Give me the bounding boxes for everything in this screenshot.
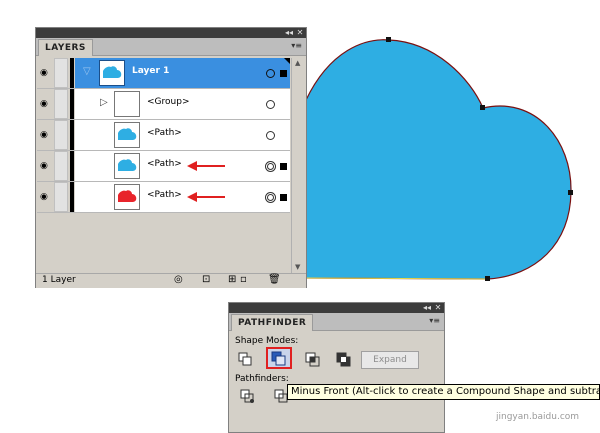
row-bg <box>75 151 290 181</box>
pathfinder-tab-row: PATHFINDER ▾≡ <box>229 313 444 331</box>
scroll-down-icon[interactable]: ▼ <box>295 263 300 271</box>
red-arrow-icon <box>187 192 225 202</box>
visibility-toggle[interactable]: ◉ <box>37 182 53 212</box>
selection-square[interactable] <box>280 163 287 170</box>
pathfinder-panel: ◂◂ ✕ PATHFINDER ▾≡ Shape Modes: Expand P… <box>228 302 445 433</box>
close-icon[interactable]: ✕ <box>433 303 443 313</box>
new-layer-icon[interactable]: ▫ <box>240 274 247 285</box>
color-bar <box>70 151 74 181</box>
exclude-button[interactable] <box>335 351 353 367</box>
expand-triangle-open-icon[interactable]: ▽ <box>83 66 91 77</box>
path-name[interactable]: <Path> <box>147 159 182 169</box>
scroll-up-icon[interactable]: ▲ <box>295 59 300 67</box>
layers-tab-row: LAYERS ▾≡ <box>36 38 306 56</box>
intersect-icon <box>305 352 320 367</box>
group-thumbnail <box>114 91 140 117</box>
lock-toggle[interactable] <box>54 89 68 119</box>
pathfinders-label: Pathfinders: <box>235 374 289 384</box>
path-name[interactable]: <Path> <box>147 190 182 200</box>
pathfinder-titlebar[interactable]: ◂◂ ✕ <box>229 303 444 313</box>
cloud-thumb-red-icon <box>118 190 137 202</box>
layer-row-layer1[interactable]: ◉ ▽ Layer 1 <box>37 58 290 89</box>
selection-square[interactable] <box>280 194 287 201</box>
layer-thumbnail <box>99 60 125 86</box>
shape-modes-label: Shape Modes: <box>235 336 299 346</box>
layers-scrollbar[interactable]: ▲ ▼ <box>291 58 306 273</box>
target-icon[interactable] <box>266 100 275 109</box>
unite-button[interactable] <box>237 351 255 367</box>
collapse-icon[interactable]: ◂◂ <box>284 28 294 38</box>
delete-layer-icon[interactable]: 🗑 <box>268 274 281 285</box>
eye-icon: ◉ <box>40 192 48 202</box>
target-icon[interactable] <box>266 131 275 140</box>
row-bg <box>75 120 290 150</box>
corner-marker <box>284 58 290 64</box>
visibility-toggle[interactable]: ◉ <box>37 58 53 88</box>
red-arrow-icon <box>187 161 225 171</box>
path-thumbnail <box>114 184 140 210</box>
layers-list: ◉ ▽ Layer 1 ◉ ▷ <Group> ◉ <Path> ◉ <Path… <box>37 58 290 273</box>
layers-panel: ◂◂ ✕ LAYERS ▾≡ ◉ ▽ Layer 1 ◉ ▷ <Group> ◉… <box>35 27 307 288</box>
color-bar <box>70 120 74 150</box>
panel-menu-icon[interactable]: ▾≡ <box>291 41 302 50</box>
expand-button[interactable]: Expand <box>361 351 419 369</box>
layer-row-group[interactable]: ◉ ▷ <Group> <box>37 89 290 120</box>
cloud-thumb-icon <box>103 66 122 78</box>
exclude-icon <box>336 352 351 367</box>
divide-button[interactable] <box>239 388 257 404</box>
lock-toggle[interactable] <box>54 58 68 88</box>
color-bar <box>70 89 74 119</box>
eye-icon: ◉ <box>40 130 48 140</box>
minus-front-icon <box>271 351 286 366</box>
lock-toggle[interactable] <box>54 120 68 150</box>
locate-object-icon[interactable]: ◎ <box>174 274 183 285</box>
eye-icon: ◉ <box>40 161 48 171</box>
path-name[interactable]: <Path> <box>147 128 182 138</box>
eye-icon: ◉ <box>40 68 48 78</box>
tab-layers[interactable]: LAYERS <box>38 39 93 56</box>
target-icon[interactable] <box>266 69 275 78</box>
expand-triangle-closed-icon[interactable]: ▷ <box>100 97 108 108</box>
layer-count: 1 Layer <box>42 275 76 285</box>
eye-icon: ◉ <box>40 99 48 109</box>
make-clipping-mask-icon[interactable]: ⊡ <box>202 274 210 285</box>
watermark: jingyan.baidu.com <box>496 412 580 422</box>
layers-status-bar: 1 Layer ◎ ⊡ ⊞ ▫ 🗑 <box>36 273 306 288</box>
color-bar <box>70 182 74 212</box>
unite-icon <box>238 352 252 366</box>
color-bar <box>70 58 74 88</box>
lock-toggle[interactable] <box>54 182 68 212</box>
group-name[interactable]: <Group> <box>147 97 189 107</box>
artboard-cloud[interactable] <box>290 30 590 285</box>
divide-icon <box>240 389 254 403</box>
row-bg <box>75 182 290 212</box>
layer-row-path-3[interactable]: ◉ <Path> <box>37 182 290 213</box>
target-selected-icon[interactable] <box>265 161 276 172</box>
path-thumbnail <box>114 153 140 179</box>
visibility-toggle[interactable]: ◉ <box>37 89 53 119</box>
layers-titlebar[interactable]: ◂◂ ✕ <box>36 28 306 38</box>
lock-toggle[interactable] <box>54 151 68 181</box>
tab-pathfinder[interactable]: PATHFINDER <box>231 314 314 331</box>
collapse-icon[interactable]: ◂◂ <box>422 303 432 313</box>
minus-front-button-highlight[interactable] <box>266 347 292 369</box>
layer-row-path-1[interactable]: ◉ <Path> <box>37 120 290 151</box>
selection-square[interactable] <box>280 70 287 77</box>
cloud-thumb-icon <box>118 159 137 171</box>
visibility-toggle[interactable]: ◉ <box>37 120 53 150</box>
panel-menu-icon[interactable]: ▾≡ <box>429 316 440 325</box>
target-selected-icon[interactable] <box>265 192 276 203</box>
path-thumbnail <box>114 122 140 148</box>
cloud-thumb-icon <box>118 128 137 140</box>
cloud-shape[interactable] <box>301 39 572 280</box>
close-icon[interactable]: ✕ <box>295 28 305 38</box>
layer-row-path-2[interactable]: ◉ <Path> <box>37 151 290 182</box>
minus-front-tooltip: Minus Front (Alt-click to create a Compo… <box>287 384 600 400</box>
intersect-button[interactable] <box>304 351 322 367</box>
new-sublayer-icon[interactable]: ⊞ <box>228 274 236 285</box>
layer-name[interactable]: Layer 1 <box>132 66 169 76</box>
visibility-toggle[interactable]: ◉ <box>37 151 53 181</box>
